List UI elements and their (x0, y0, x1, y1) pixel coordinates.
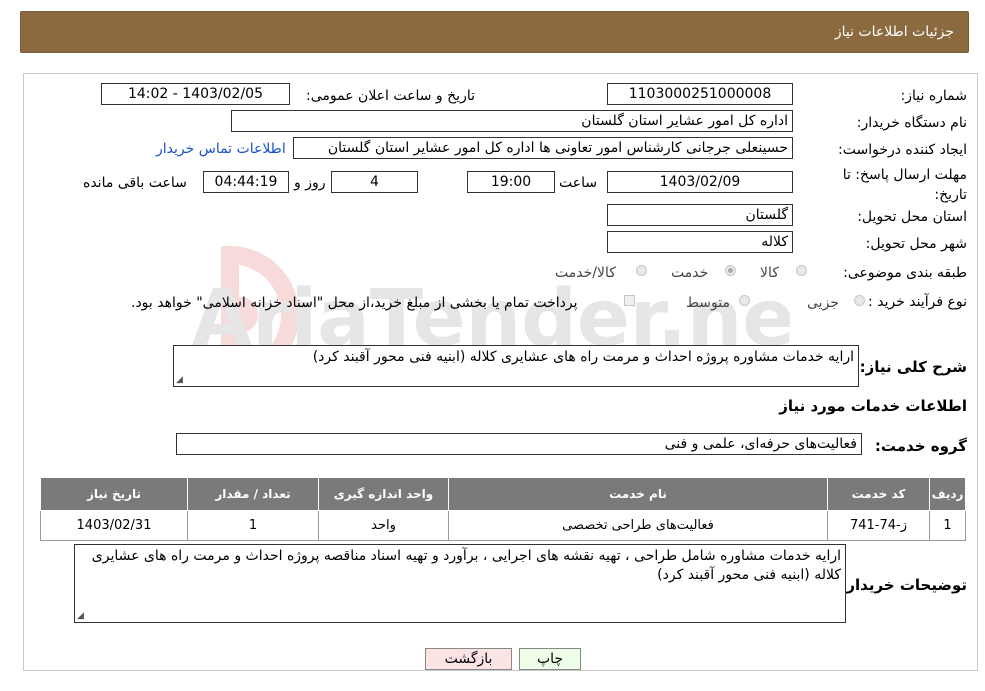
deadline-label: مهلت ارسال پاسخ: تا تاریخ: (842, 167, 967, 203)
table-row: 1 ز-74-741 فعالیت‌های طراحی تخصصی واحد 1… (40, 510, 966, 541)
table-header-row: ردیف کد خدمت نام خدمت واحد اندازه گیری ت… (40, 477, 966, 511)
col-service-code: کد خدمت (827, 477, 930, 511)
col-need-date: تاریخ نیاز (40, 477, 188, 511)
cell-need-date: 1403/02/31 (40, 510, 188, 541)
service-group-field: فعالیت‌های حرفه‌ای، علمی و فنی (176, 433, 862, 455)
resize-grip-icon[interactable]: ◢ (176, 376, 183, 385)
deadline-time-field: 19:00 (467, 171, 555, 193)
print-button[interactable]: چاپ (519, 648, 581, 670)
category-label: طبقه بندی موضوعی: (843, 265, 967, 281)
service-group-label: گروه خدمت: (874, 437, 967, 455)
city-field: کلاله (607, 231, 793, 253)
category-service-radio[interactable] (725, 265, 736, 276)
province-label: استان محل تحویل: (857, 209, 967, 225)
deadline-date-field: 1403/02/09 (607, 171, 793, 193)
cell-quantity: 1 (187, 510, 319, 541)
cell-service-name: فعالیت‌های طراحی تخصصی (448, 510, 828, 541)
purchase-minor-label: جزیی (807, 295, 839, 311)
treasury-payment-note: پرداخت تمام یا بخشی از مبلغ خرید،از محل … (131, 295, 578, 311)
purchase-type-label: نوع فرآیند خرید : (868, 294, 967, 310)
col-service-name: نام خدمت (448, 477, 828, 511)
back-button[interactable]: بازگشت (425, 648, 512, 670)
announce-date-field: 1403/02/05 - 14:02 (101, 83, 290, 105)
buyer-notes-textarea: ارایه خدمات مشاوره شامل طراحی ، تهیه نقش… (74, 544, 846, 623)
resize-grip-icon[interactable]: ◢ (77, 612, 84, 621)
deadline-time-label: ساعت (559, 175, 598, 191)
summary-textarea: ارایه خدمات مشاوره پروژه احداث و مرمت را… (173, 345, 859, 387)
page-header: جزئیات اطلاعات نیاز (20, 11, 969, 53)
days-remaining-field: 4 (331, 171, 418, 193)
col-row-number: ردیف (929, 477, 966, 511)
remaining-time-label: ساعت باقی مانده (83, 175, 187, 191)
treasury-payment-checkbox[interactable] (624, 295, 635, 306)
services-section-title: اطلاعات خدمات مورد نیاز (779, 397, 967, 415)
purchase-medium-radio[interactable] (739, 295, 750, 306)
category-goods-radio[interactable] (796, 265, 807, 276)
buyer-org-field: اداره کل امور عشایر استان گلستان (231, 110, 793, 132)
cell-unit: واحد (318, 510, 449, 541)
col-quantity: تعداد / مقدار (187, 477, 319, 511)
city-label: شهر محل تحویل: (865, 236, 967, 252)
creator-field: حسینعلی جرجانی کارشناس امور تعاونی ها اد… (293, 137, 793, 159)
summary-text: ارایه خدمات مشاوره پروژه احداث و مرمت را… (312, 349, 854, 365)
page-title: جزئیات اطلاعات نیاز (834, 24, 954, 40)
category-goods-service-radio[interactable] (636, 265, 647, 276)
buyer-contact-link[interactable]: اطلاعات تماس خریدار (156, 141, 286, 157)
category-service-label: خدمت (671, 265, 709, 281)
category-goods-service-label: کالا/خدمت (555, 265, 616, 281)
need-number-label: شماره نیاز: (900, 88, 968, 104)
cell-service-code: ز-74-741 (827, 510, 930, 541)
announce-date-label: تاریخ و ساعت اعلان عمومی: (306, 88, 475, 104)
category-goods-label: کالا (760, 265, 779, 281)
col-unit: واحد اندازه گیری (318, 477, 449, 511)
purchase-medium-label: متوسط (686, 295, 730, 311)
purchase-minor-radio[interactable] (854, 295, 865, 306)
cell-row-number: 1 (929, 510, 966, 541)
need-number-field: 1103000251000008 (607, 83, 793, 105)
remaining-time-field: 04:44:19 (203, 171, 289, 193)
summary-label: شرح کلی نیاز: (859, 358, 967, 376)
days-label: روز و (294, 175, 326, 191)
buyer-org-label: نام دستگاه خریدار: (856, 115, 967, 131)
creator-label: ایجاد کننده درخواست: (838, 142, 967, 158)
province-field: گلستان (607, 204, 793, 226)
services-table: ردیف کد خدمت نام خدمت واحد اندازه گیری ت… (40, 477, 966, 541)
buyer-notes-label: توضیحات خریدار: (840, 576, 967, 594)
buyer-notes-text: ارایه خدمات مشاوره شامل طراحی ، تهیه نقش… (91, 548, 841, 583)
